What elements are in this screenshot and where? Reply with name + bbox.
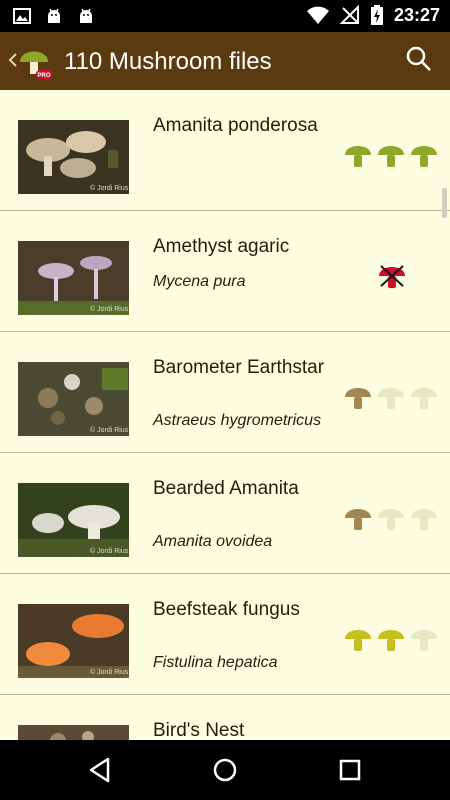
app-logo-mushroom-icon[interactable]: PRO <box>8 42 56 82</box>
list-item[interactable]: © Jordi Rius Amanita ponderosa <box>0 90 450 211</box>
edibility-rating <box>344 384 438 410</box>
uncertain-mushroom-icon <box>345 388 371 409</box>
list-item[interactable]: © Jordi Rius Barometer Earthstar Astraeu… <box>0 332 450 453</box>
android-icon <box>80 8 92 23</box>
faded-mushroom-icon <box>378 388 404 409</box>
mushroom-photo: © Jordi Rius <box>18 120 129 194</box>
edible-mushroom-icon <box>345 630 371 651</box>
list-item[interactable]: © Jordi Rius Amethyst agaric Mycena pura <box>0 211 450 332</box>
mushroom-photo: © Jordi Rius <box>18 362 129 436</box>
mushroom-latin-name: Mycena pura <box>153 273 246 290</box>
mushroom-latin-name: Astraeus hygrometricus <box>153 412 322 429</box>
edible-mushroom-icon <box>378 630 404 651</box>
list-item[interactable]: Bird's Nest <box>0 695 450 740</box>
faded-mushroom-icon <box>411 509 437 530</box>
faded-mushroom-icon <box>378 509 404 530</box>
photo-credit: © Jordi Rius <box>90 547 129 555</box>
home-icon[interactable] <box>209 754 241 786</box>
page-title: 110 Mushroom files <box>64 48 272 75</box>
navigation-bar <box>0 740 450 800</box>
uncertain-mushroom-icon <box>345 509 371 530</box>
mushroom-list[interactable]: © Jordi Rius Amanita ponderosa © Jordi R… <box>0 90 450 740</box>
photo-credit: © Jordi Rius <box>90 668 129 676</box>
edibility-rating <box>344 505 438 531</box>
edibility-rating <box>344 142 438 168</box>
android-icon <box>48 8 60 23</box>
mushroom-latin-name: Fistulina hepatica <box>153 654 278 671</box>
edible-mushroom-icon <box>411 146 437 167</box>
faded-mushroom-icon <box>411 630 437 651</box>
edible-mushroom-icon <box>378 146 404 167</box>
no-signal-icon <box>339 5 359 24</box>
app-bar: PRO 110 Mushroom files <box>0 32 450 90</box>
faded-mushroom-icon <box>411 388 437 409</box>
edibility-rating <box>344 626 438 652</box>
scrollbar[interactable] <box>442 188 447 218</box>
mushroom-name: Bird's Nest <box>153 720 245 740</box>
toxic-mushroom-icon <box>379 265 405 288</box>
mushroom-name: Beefsteak fungus <box>153 599 300 620</box>
mushroom-name: Bearded Amanita <box>153 478 299 499</box>
photo-credit: © Jordi Rius <box>90 305 129 313</box>
edible-mushroom-icon <box>345 146 371 167</box>
svg-text:PRO: PRO <box>37 73 50 79</box>
mushroom-photo: © Jordi Rius <box>18 241 129 315</box>
mushroom-photo: © Jordi Rius <box>18 483 129 557</box>
photo-credit: © Jordi Rius <box>90 184 129 192</box>
list-item[interactable]: © Jordi Rius Beefsteak fungus Fistulina … <box>0 574 450 695</box>
recents-icon[interactable] <box>334 754 366 786</box>
mushroom-name: Barometer Earthstar <box>153 357 325 378</box>
back-icon[interactable] <box>84 754 116 786</box>
status-bar: 23:27 <box>0 0 450 32</box>
photo-credit: © Jordi Rius <box>90 426 129 434</box>
search-icon[interactable] <box>404 44 434 74</box>
clock: 23:27 <box>393 4 440 25</box>
mushroom-name: Amethyst agaric <box>153 236 290 257</box>
battery-charging-icon <box>370 5 383 25</box>
edibility-rating <box>378 263 406 289</box>
mushroom-photo <box>18 725 129 740</box>
mushroom-name: Amanita ponderosa <box>153 115 318 136</box>
list-item[interactable]: © Jordi Rius Bearded Amanita Amanita ovo… <box>0 453 450 574</box>
image-icon <box>13 8 31 24</box>
wifi-icon <box>306 6 329 24</box>
mushroom-latin-name: Amanita ovoidea <box>153 533 273 550</box>
mushroom-photo: © Jordi Rius <box>18 604 129 678</box>
